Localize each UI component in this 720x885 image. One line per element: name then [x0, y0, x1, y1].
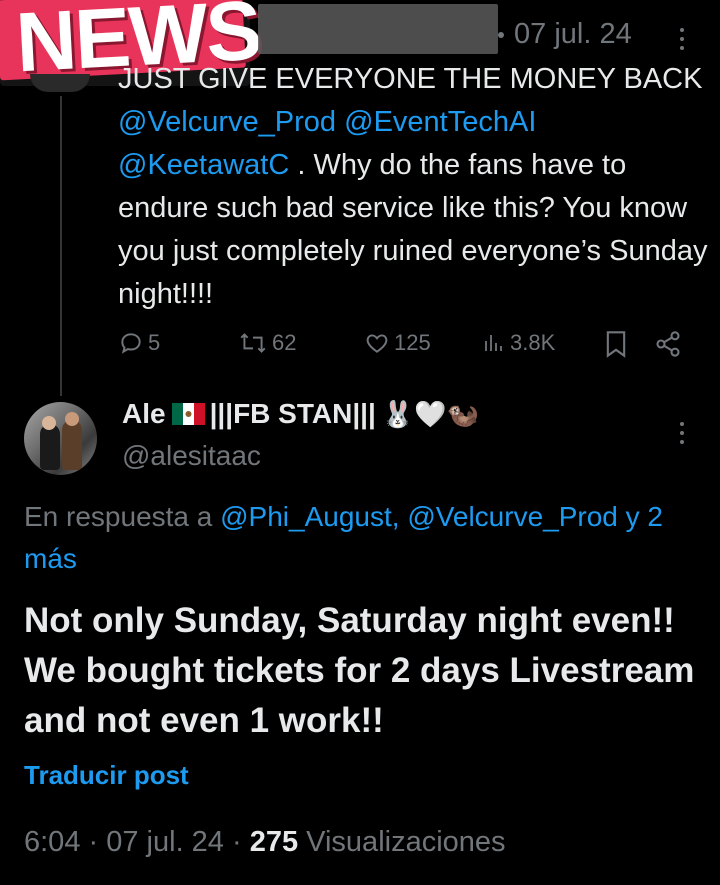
more-icon[interactable] — [680, 422, 684, 449]
mention-link[interactable]: @KeetawatC — [118, 149, 289, 181]
like-button[interactable]: 125 — [364, 330, 431, 356]
views-label: Visualizaciones — [306, 826, 506, 858]
avatar-figure — [40, 424, 60, 470]
avatar-figure — [62, 420, 82, 470]
repost-button[interactable]: 62 — [238, 330, 296, 356]
reply-mentions-link[interactable]: @Phi_August, @Velcurve_Prod y 2 — [220, 501, 663, 532]
views-button[interactable]: 3.8K — [482, 330, 555, 356]
views-icon — [485, 335, 502, 351]
bookmark-button[interactable] — [604, 330, 628, 358]
mention-link[interactable]: @EventTechAI — [344, 106, 536, 138]
repost-icon — [240, 333, 266, 353]
parent-tweet-text-start: JUST GIVE EVERYONE THE MONEY BACK — [118, 63, 703, 95]
tweet-text: Not only Sunday, Saturday night even!! W… — [24, 601, 695, 740]
author-name-text: Ale — [122, 398, 166, 429]
reply-context: En respuesta a @Phi_August, @Velcurve_Pr… — [24, 496, 720, 538]
tweet-date[interactable]: 07 jul. 24 — [106, 826, 224, 858]
mention-link[interactable]: @Velcurve_Prod — [118, 106, 336, 138]
author-handle[interactable]: @alesitaac — [122, 440, 261, 472]
reply-button[interactable]: 5 — [118, 330, 160, 356]
tweet-time[interactable]: 6:04 — [24, 826, 80, 858]
avatar-figure — [42, 416, 56, 430]
repost-count: 62 — [272, 330, 297, 355]
author-name[interactable]: Ale |||FB STAN||| 🐰🤍🦦 — [122, 398, 479, 430]
reply-more-link[interactable]: más — [24, 538, 77, 580]
reply-count: 5 — [148, 330, 161, 355]
censored-username-block — [258, 4, 498, 54]
reply-icon — [121, 333, 141, 354]
author-name-tail: |||FB STAN||| — [209, 398, 376, 429]
parent-tweet-actions: 5 62 125 3.8K — [118, 330, 688, 360]
share-icon — [656, 331, 680, 357]
avatar[interactable] — [24, 402, 97, 475]
bookmark-icon — [606, 331, 626, 358]
separator-dot — [498, 32, 504, 39]
reply-label: En respuesta a — [24, 501, 213, 532]
share-button[interactable] — [654, 330, 682, 358]
views-number: 275 — [249, 826, 299, 858]
like-count: 125 — [394, 330, 431, 355]
tweet-meta: 6:04 · 07 jul. 24 · 275 Visualizaciones — [24, 826, 506, 858]
views-count: 3.8K — [510, 330, 556, 355]
parent-tweet-text: JUST GIVE EVERYONE THE MONEY BACK @Velcu… — [118, 58, 708, 316]
author-emoji: 🐰🤍🦦 — [381, 398, 479, 429]
parent-tweet-date-text: 07 jul. 24 — [514, 18, 632, 50]
mexico-flag-icon — [171, 403, 205, 425]
thread-line — [60, 96, 62, 396]
like-icon — [366, 334, 388, 353]
parent-tweet-date[interactable]: 07 jul. 24 — [498, 18, 632, 51]
more-icon[interactable] — [680, 28, 684, 55]
avatar-figure — [65, 412, 79, 426]
translate-button[interactable]: Traducir post — [24, 760, 189, 791]
parent-avatar[interactable] — [30, 74, 90, 92]
